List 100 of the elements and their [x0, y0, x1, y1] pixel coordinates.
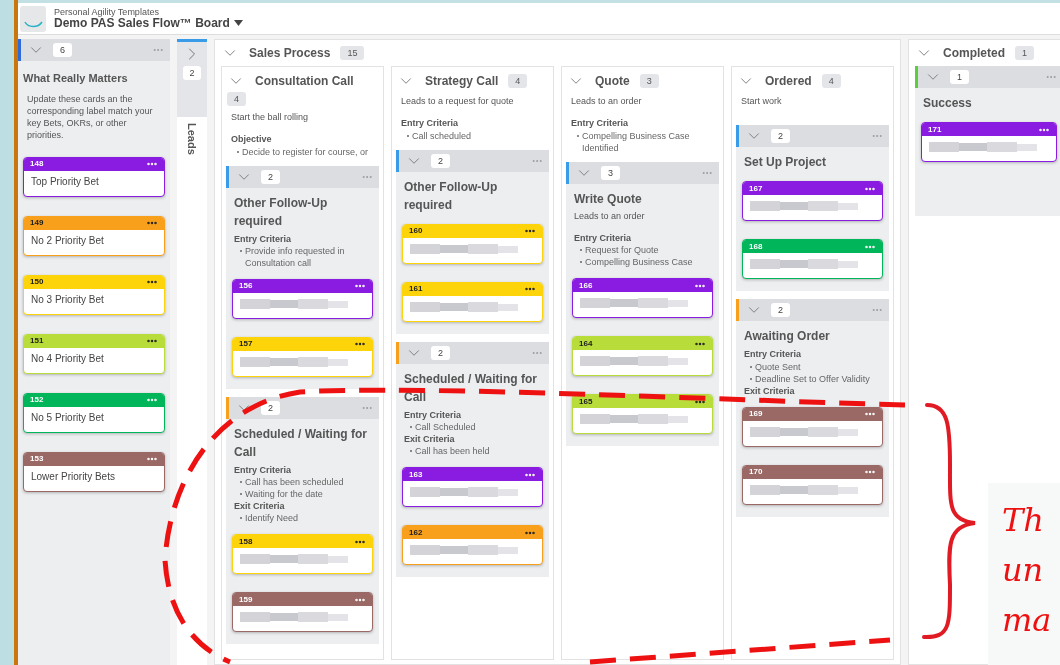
- card[interactable]: 165: [572, 394, 713, 434]
- lane-title: What Really Matters: [23, 71, 129, 86]
- lane-count: 2: [431, 153, 450, 168]
- card-number: 151: [30, 337, 44, 345]
- card-number: 168: [749, 242, 763, 251]
- description-text: Start the ball rolling: [231, 112, 310, 124]
- card-number: 158: [239, 537, 253, 546]
- card-number: 152: [30, 396, 44, 404]
- note-text: Th: [1002, 500, 1045, 541]
- card[interactable]: 158: [232, 534, 373, 575]
- logo-icon[interactable]: [20, 5, 46, 32]
- lane-count: 6: [53, 43, 72, 57]
- caret-down-icon[interactable]: [233, 20, 243, 26]
- lane-title: Other Follow-Up required: [234, 194, 329, 230]
- card-number: 170: [749, 468, 763, 477]
- card[interactable]: 150 No 3 Priority Bet: [23, 274, 165, 315]
- criteria-heading: Entry Criteria: [571, 118, 630, 130]
- lane-title: Awaiting Order: [744, 328, 831, 346]
- criteria-item: Quote Sent: [755, 360, 801, 373]
- note-text: ma: [1002, 600, 1053, 641]
- card[interactable]: 152 No 5 Priority Bet: [23, 392, 165, 433]
- lane-title: Set Up Project: [744, 154, 828, 172]
- card-number: 166: [579, 281, 593, 290]
- board-title[interactable]: Demo PAS Sales Flow™ Board: [54, 17, 230, 29]
- group-title: Sales Process: [249, 45, 331, 62]
- description-text: Leads to a request for quote: [401, 96, 515, 108]
- criteria-heading: Entry Criteria: [401, 118, 460, 130]
- card[interactable]: 151 No 4 Priority Bet: [23, 333, 165, 374]
- card-number: 161: [409, 285, 423, 293]
- column-title: Quote: [595, 73, 630, 90]
- criteria-item: Deadline Set to Offer Validity: [755, 372, 870, 385]
- description-text: Leads to an order: [571, 96, 643, 108]
- card[interactable]: 149 No 2 Priority Bet: [23, 215, 165, 256]
- criteria-heading: Objective: [231, 134, 273, 146]
- card[interactable]: 162: [402, 525, 543, 565]
- description-text: Start work: [741, 96, 783, 108]
- card-number: 153: [30, 455, 44, 463]
- card[interactable]: 169: [742, 406, 883, 447]
- card[interactable]: 148 Top Priority Bet: [23, 156, 165, 197]
- card[interactable]: 163: [402, 467, 543, 507]
- card[interactable]: 164: [572, 336, 713, 376]
- criteria-item: Waiting for the date: [245, 488, 323, 500]
- lane-title: Other Follow-Up required: [404, 178, 499, 214]
- card[interactable]: 153 Lower Priority Bets: [23, 451, 165, 492]
- card[interactable]: 166: [572, 278, 713, 318]
- criteria-item: Decide to register for course, or: [242, 145, 369, 158]
- column-count: 4: [821, 74, 841, 88]
- criteria-heading: Exit Criteria: [234, 501, 286, 513]
- column-count: 3: [639, 74, 659, 88]
- card-number: 165: [579, 397, 593, 406]
- criteria-item: Call has been scheduled: [245, 476, 344, 488]
- card[interactable]: 156: [232, 278, 373, 319]
- collapsed-lane[interactable]: 2 Leads: [177, 39, 207, 665]
- criteria-item: Provide info requested in Consultation call: [245, 244, 346, 269]
- card[interactable]: 161: [402, 281, 543, 322]
- column-title: Consultation Call: [255, 73, 354, 90]
- card-number: 160: [409, 227, 423, 235]
- card-number: 171: [928, 125, 942, 134]
- card[interactable]: 157: [232, 336, 373, 377]
- criteria-heading: Exit Criteria: [744, 385, 796, 397]
- card-number: 164: [579, 339, 593, 348]
- card-number: 163: [409, 470, 423, 479]
- criteria-item: Call scheduled: [412, 129, 472, 142]
- card-number: 162: [409, 528, 423, 537]
- lane-title: Write Quote: [574, 190, 643, 208]
- lane-description: Update these cards an the corresponding label match your key Bets, OKRs, or other priorities.: [26, 92, 154, 141]
- criteria-item: Call Scheduled: [415, 420, 476, 433]
- card-title: Top Priority Bet: [31, 175, 99, 188]
- criteria-heading: Entry Criteria: [234, 233, 293, 245]
- lane-count: 3: [601, 165, 620, 180]
- card[interactable]: 167: [742, 181, 883, 222]
- column-count: 4: [227, 92, 246, 106]
- criteria-item: Compelling Business Case: [585, 256, 693, 268]
- board-subtitle: Personal Agility Templates: [54, 8, 160, 17]
- lane-title: Success: [923, 95, 973, 112]
- group-count: 15: [340, 46, 365, 60]
- lane-count: 2: [771, 303, 790, 318]
- criteria-item: Request for Quote: [585, 244, 659, 256]
- lane-title: Scheduled / Waiting for Call: [234, 425, 368, 461]
- card-number: 159: [239, 595, 253, 604]
- criteria-item: Identify Need: [245, 512, 299, 525]
- column-count: 4: [508, 74, 528, 88]
- card[interactable]: 160: [402, 223, 543, 264]
- note-text: un: [1002, 550, 1045, 591]
- lane-count: 1: [950, 70, 969, 84]
- criteria-heading: Entry Criteria: [234, 464, 293, 476]
- card-title: No 5 Priority Bet: [31, 411, 104, 424]
- card-number: 149: [30, 219, 44, 227]
- criteria-heading: Entry Criteria: [574, 232, 633, 244]
- criteria-item: Compelling Business Case Identified: [582, 129, 691, 154]
- criteria-heading: Entry Criteria: [404, 409, 463, 421]
- lane-title: Leads: [185, 123, 200, 155]
- card[interactable]: 171: [921, 122, 1057, 162]
- group-count: 1: [1015, 46, 1035, 60]
- card[interactable]: 170: [742, 464, 883, 505]
- criteria-heading: Exit Criteria: [404, 433, 456, 445]
- group-title: Completed: [943, 45, 1005, 62]
- card[interactable]: 159: [232, 592, 373, 633]
- lane-count: 2: [261, 169, 280, 184]
- card-number: 167: [749, 184, 763, 193]
